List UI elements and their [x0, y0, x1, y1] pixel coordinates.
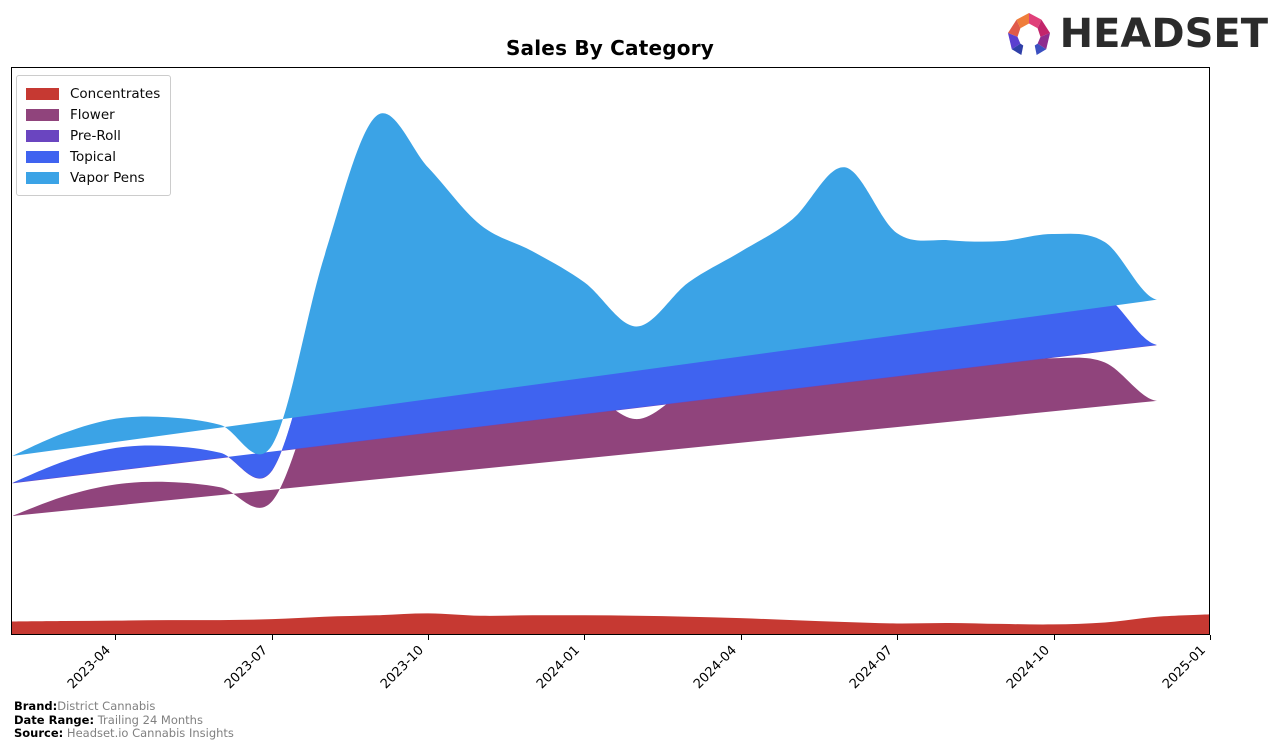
x-axis: 2023-04 2023-07 2023-10 2024-01 2024-04 2024-… — [0, 635, 1276, 705]
legend-item: Vapor Pens — [26, 167, 160, 188]
legend-item-label: Vapor Pens — [70, 169, 145, 186]
x-axis-tick-label: 2023-04 — [65, 643, 115, 693]
legend-item-label: Topical — [70, 148, 116, 165]
x-axis-tick — [428, 635, 430, 640]
x-axis-tick — [897, 635, 899, 640]
stacked-area-series — [12, 113, 1209, 634]
footer-brand-line: Brand:District Cannabis — [14, 699, 234, 714]
chart-page: Sales By Category HEADSET Concentrates Fl… — [0, 0, 1276, 746]
x-axis-tick-label: 2024-07 — [847, 643, 897, 693]
legend-item: Flower — [26, 104, 160, 125]
legend-swatch-icon — [26, 171, 59, 184]
footer-source-value: Headset.io Cannabis Insights — [66, 726, 234, 741]
headset-logo: HEADSET — [1005, 12, 1268, 56]
footer-brand-label: Brand: — [14, 699, 58, 713]
x-axis-tick-label: 2025-01 — [1159, 643, 1209, 693]
x-axis-tick — [740, 635, 742, 640]
x-axis-tick — [584, 635, 586, 640]
x-axis-tick — [271, 635, 273, 640]
legend-item: Concentrates — [26, 83, 160, 104]
x-axis-tick-label: 2024-01 — [534, 643, 584, 693]
logo-wordmark: HEADSET — [1059, 11, 1268, 57]
legend-swatch-icon — [26, 87, 59, 100]
x-axis-tick — [1210, 635, 1211, 640]
footer-daterange-line: Date Range: Trailing 24 Months — [14, 712, 234, 728]
x-axis-tick — [115, 635, 117, 640]
chart-footer: Brand:District Cannabis Date Range: Trai… — [14, 699, 234, 741]
legend-item: Pre-Roll — [26, 125, 160, 146]
x-axis-tick — [1053, 635, 1055, 640]
legend-swatch-icon — [26, 108, 59, 121]
x-axis-tick-label: 2023-07 — [221, 643, 271, 693]
chart-legend: Concentrates Flower Pre-Roll Topical Vapor P… — [16, 75, 172, 196]
x-axis-tick-label: 2024-10 — [1003, 643, 1053, 693]
footer-source-line: Source: Headset.io Cannabis Insights — [14, 726, 234, 741]
x-axis-tick-label: 2023-10 — [377, 643, 427, 693]
legend-item-label: Pre-Roll — [70, 127, 121, 144]
area-band-concentrates — [12, 613, 1209, 634]
headset-polygon-logo-icon — [1007, 12, 1050, 56]
footer-source-label: Source: — [14, 726, 64, 741]
legend-item-label: Concentrates — [70, 85, 161, 102]
legend-swatch-icon — [26, 150, 59, 163]
legend-item: Topical — [26, 146, 160, 167]
footer-brand-value: District Cannabis — [57, 699, 156, 713]
x-axis-tick-label: 2024-04 — [690, 643, 740, 693]
plot-area — [11, 67, 1210, 635]
footer-daterange-label: Date Range: — [14, 712, 95, 727]
footer-daterange-value: Trailing 24 Months — [97, 712, 203, 727]
legend-item-label: Flower — [70, 106, 115, 123]
legend-swatch-icon — [26, 129, 59, 142]
